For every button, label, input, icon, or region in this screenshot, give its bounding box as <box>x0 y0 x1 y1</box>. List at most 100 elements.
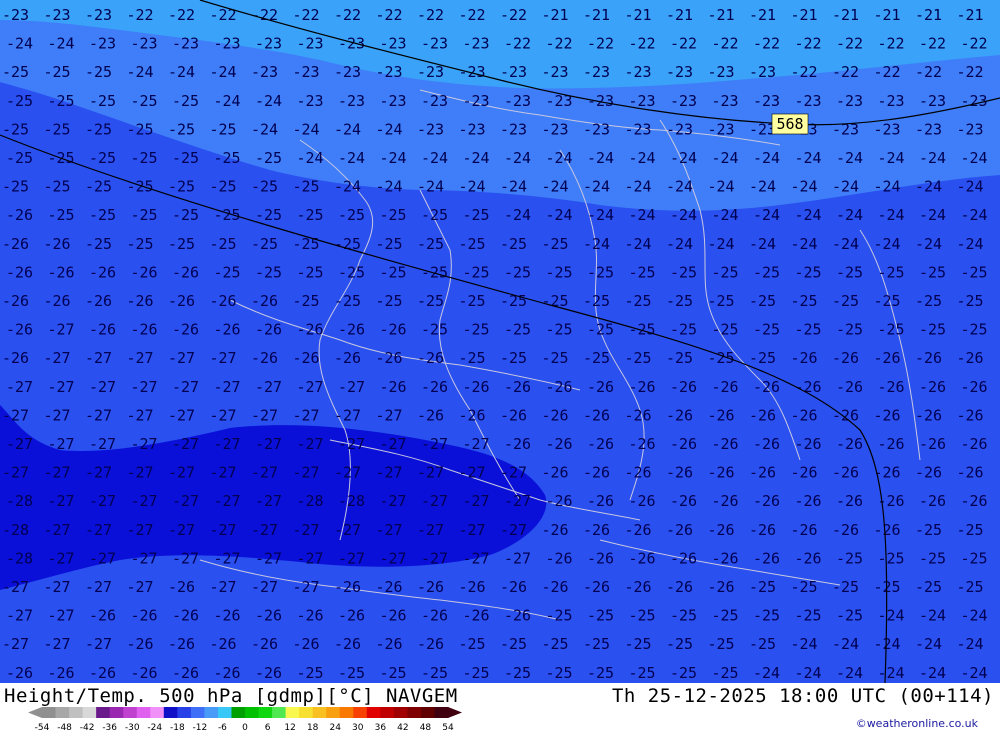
temperature-label: -27 <box>504 549 531 567</box>
temperature-label: -26 <box>168 635 195 653</box>
temperature-label: -27 <box>168 349 195 367</box>
temperature-label: -25 <box>961 321 988 339</box>
legend-swatches <box>28 707 462 718</box>
temperature-label: -24 <box>957 235 984 253</box>
legend-tick-label: -36 <box>102 723 117 733</box>
temperature-label: -26 <box>417 349 444 367</box>
temperature-label: -26 <box>874 521 901 539</box>
temperature-label: -23 <box>376 63 403 81</box>
temperature-label: -26 <box>791 349 818 367</box>
map-title: Height/Temp. 500 hPa [gdmp][°C] NAVGEM <box>4 685 458 707</box>
temperature-label: -21 <box>791 6 818 24</box>
temperature-label: -24 <box>961 149 988 167</box>
temperature-label: -25 <box>168 120 195 138</box>
temperature-label: -23 <box>587 92 614 110</box>
temperature-label: -27 <box>127 464 154 482</box>
temperature-label: -23 <box>500 120 527 138</box>
temperature-label: -23 <box>915 120 942 138</box>
temperature-label: -23 <box>251 63 278 81</box>
legend-swatch <box>299 707 314 718</box>
temperature-label: -24 <box>795 664 822 682</box>
temperature-label: -25 <box>753 321 780 339</box>
temperature-label: -27 <box>293 406 320 424</box>
temperature-label: -27 <box>210 464 237 482</box>
temperature-label: -25 <box>919 549 946 567</box>
color-legend: -54 -48 -42 -36 -30 -24 -18 -12 -6 0 6 12 18 24 30 36 42… <box>28 707 462 733</box>
temperature-label: -22 <box>791 63 818 81</box>
temperature-label: -27 <box>168 521 195 539</box>
temperature-label: -22 <box>795 35 822 53</box>
temperature-label: -23 <box>417 120 444 138</box>
temperature-label: -24 <box>791 178 818 196</box>
temperature-label: -26 <box>919 378 946 396</box>
temperature-label: -25 <box>583 635 610 653</box>
temperature-label: -26 <box>629 435 656 453</box>
temperature-label: -25 <box>255 149 282 167</box>
temperature-label: -26 <box>542 578 569 596</box>
temperature-label: -25 <box>334 235 361 253</box>
temperature-label: -25 <box>629 263 656 281</box>
credit-link[interactable]: ©weatheronline.co.uk <box>856 717 978 730</box>
temperature-label: -25 <box>463 206 490 224</box>
temperature-label: -26 <box>214 664 241 682</box>
temperature-label: -23 <box>338 35 365 53</box>
temperature-label: -26 <box>85 292 112 310</box>
temperature-label: -26 <box>795 549 822 567</box>
legend-swatch <box>82 707 97 718</box>
temperature-label: -26 <box>338 607 365 625</box>
temperature-label: -25 <box>417 292 444 310</box>
temperature-label: -28 <box>6 549 33 567</box>
temperature-label: -26 <box>666 578 693 596</box>
temperature-label: -27 <box>131 435 158 453</box>
temperature-label: -25 <box>44 120 71 138</box>
temperature-label: -25 <box>463 263 490 281</box>
temperature-label: -26 <box>625 578 652 596</box>
temperature-label: -24 <box>832 178 859 196</box>
temperature-label: -25 <box>666 635 693 653</box>
temperature-label: -25 <box>836 263 863 281</box>
temperature-label: -25 <box>172 206 199 224</box>
temperature-label: -26 <box>172 321 199 339</box>
temperature-label: -26 <box>666 464 693 482</box>
temperature-label: -24 <box>629 149 656 167</box>
temperature-label: -24 <box>459 178 486 196</box>
temperature-label: -22 <box>376 6 403 24</box>
temperature-label: -24 <box>210 63 237 81</box>
temperature-label: -25 <box>421 664 448 682</box>
temperature-label: -26 <box>334 578 361 596</box>
temperature-label: -21 <box>874 6 901 24</box>
legend-swatch <box>163 707 178 718</box>
temperature-label: -26 <box>504 378 531 396</box>
temperature-label: -26 <box>6 321 33 339</box>
temperature-label: -24 <box>915 635 942 653</box>
temperature-label: -24 <box>48 35 75 53</box>
temperature-label: -23 <box>749 63 776 81</box>
temperature-label: -27 <box>48 607 75 625</box>
temperature-label: -26 <box>417 578 444 596</box>
temperature-label: -25 <box>915 292 942 310</box>
temperature-label: -26 <box>961 492 988 510</box>
temperature-label: -26 <box>168 292 195 310</box>
temperature-label: -26 <box>712 492 739 510</box>
legend-tick-label: -48 <box>57 723 72 733</box>
legend-arrow-left <box>28 707 42 718</box>
temperature-label: -21 <box>915 6 942 24</box>
temperature-label: -24 <box>712 206 739 224</box>
temperature-label: -24 <box>380 149 407 167</box>
temperature-label: -25 <box>127 178 154 196</box>
temperature-label: -26 <box>2 292 29 310</box>
temperature-label: -26 <box>583 578 610 596</box>
temperature-label: -25 <box>255 263 282 281</box>
temperature-label: -25 <box>753 607 780 625</box>
temperature-label: -27 <box>89 549 116 567</box>
temperature-label: -22 <box>629 35 656 53</box>
temperature-label: -26 <box>172 263 199 281</box>
temperature-label: -25 <box>459 235 486 253</box>
temperature-label: -24 <box>334 178 361 196</box>
legend-swatch <box>42 707 57 718</box>
temperature-label: -26 <box>874 406 901 424</box>
temperature-label: -22 <box>712 35 739 53</box>
temperature-label: -25 <box>417 235 444 253</box>
legend-swatch <box>150 707 165 718</box>
temperature-label: -26 <box>210 635 237 653</box>
